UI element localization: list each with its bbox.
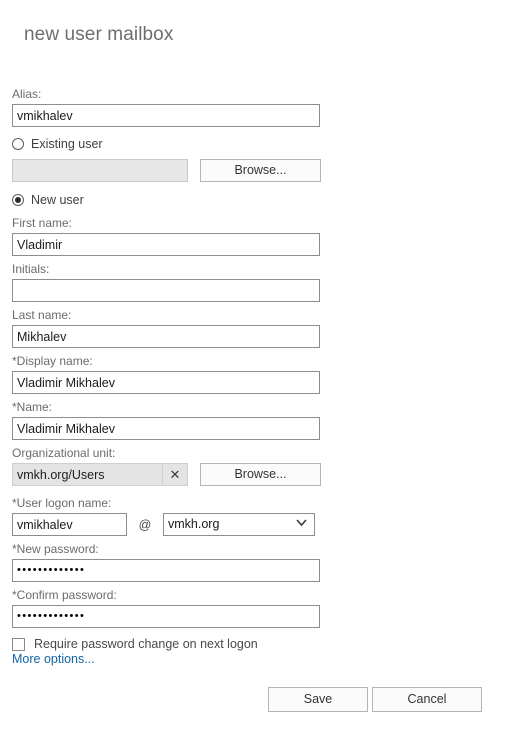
page-title: new user mailbox (24, 24, 174, 45)
organizational-unit-browse-button[interactable]: Browse... (200, 463, 321, 486)
first-name-input[interactable] (12, 233, 320, 256)
close-icon[interactable]: ✕ (162, 464, 187, 485)
organizational-unit-label: Organizational unit: (12, 446, 116, 460)
existing-user-picker-row: Browse... (12, 159, 502, 182)
more-options-link[interactable]: More options... (12, 652, 95, 666)
organizational-unit-input[interactable]: vmkh.org/Users ✕ (12, 463, 188, 486)
name-label: *Name: (12, 400, 53, 414)
user-logon-name-input[interactable] (12, 513, 127, 536)
new-password-input[interactable]: ••••••••••••• (12, 559, 320, 582)
user-logon-name-row: @ vmkh.org (12, 513, 502, 536)
user-logon-name-label: *User logon name: (12, 496, 112, 510)
new-user-mailbox-form: Alias: Existing user Browse... New user … (12, 86, 502, 651)
last-name-input[interactable] (12, 325, 320, 348)
display-name-input[interactable] (12, 371, 320, 394)
dialog-footer: Save Cancel (0, 687, 514, 717)
initials-label: Initials: (12, 262, 50, 276)
at-sign-separator: @ (138, 517, 152, 532)
organizational-unit-row: vmkh.org/Users ✕ Browse... (12, 463, 502, 486)
confirm-password-input[interactable]: ••••••••••••• (12, 605, 320, 628)
new-user-radio-label: New user (31, 193, 84, 207)
organizational-unit-value: vmkh.org/Users (17, 467, 105, 482)
new-password-label: *New password: (12, 542, 99, 556)
domain-select[interactable]: vmkh.org (163, 513, 315, 536)
require-password-change-label: Require password change on next logon (34, 637, 258, 651)
existing-user-browse-button[interactable]: Browse... (200, 159, 321, 182)
save-button[interactable]: Save (268, 687, 368, 712)
first-name-label: First name: (12, 216, 73, 230)
last-name-label: Last name: (12, 308, 72, 322)
alias-label: Alias: (12, 87, 42, 101)
existing-user-radio[interactable] (12, 138, 24, 150)
alias-input[interactable] (12, 104, 320, 127)
domain-select-wrapper: vmkh.org (163, 513, 315, 536)
confirm-password-label: *Confirm password: (12, 588, 117, 602)
existing-user-input[interactable] (12, 159, 188, 182)
new-user-radio[interactable] (12, 194, 24, 206)
name-input[interactable] (12, 417, 320, 440)
new-user-radio-row[interactable]: New user (12, 191, 502, 209)
existing-user-radio-label: Existing user (31, 137, 103, 151)
initials-input[interactable] (12, 279, 320, 302)
cancel-button[interactable]: Cancel (372, 687, 482, 712)
new-user-mailbox-dialog: new user mailbox Alias: Existing user Br… (0, 0, 514, 745)
require-password-change-row[interactable]: Require password change on next logon (12, 637, 502, 651)
existing-user-radio-row[interactable]: Existing user (12, 135, 502, 153)
display-name-label: *Display name: (12, 354, 93, 368)
require-password-change-checkbox[interactable] (12, 637, 25, 651)
